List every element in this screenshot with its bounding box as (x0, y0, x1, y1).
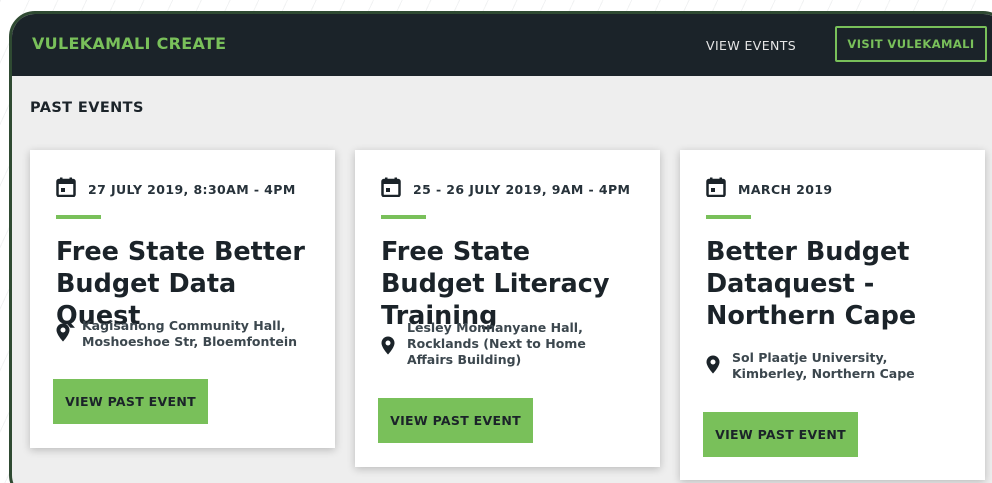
event-location: Kagisanong Community Hall, Moshoeshoe St… (82, 318, 298, 349)
event-date-row: 27 JULY 2019, 8:30AM - 4PM (56, 177, 296, 201)
visit-vulekamali-button[interactable]: VISIT VULEKAMALI (835, 26, 987, 62)
event-date: 25 - 26 JULY 2019, 9AM - 4PM (413, 181, 631, 197)
accent-rule (56, 215, 101, 219)
event-card: MARCH 2019 Better Budget Dataquest - Nor… (680, 150, 985, 480)
event-date-row: 25 - 26 JULY 2019, 9AM - 4PM (381, 177, 630, 201)
event-date: 27 JULY 2019, 8:30AM - 4PM (88, 181, 296, 197)
calendar-icon (381, 177, 401, 201)
accent-rule (706, 215, 751, 219)
view-past-event-button[interactable]: VIEW PAST EVENT (378, 398, 533, 443)
calendar-icon (56, 177, 76, 201)
event-card: 25 - 26 JULY 2019, 9AM - 4PM Free State … (355, 150, 660, 467)
event-location: Sol Plaatje University, Kimberley, North… (732, 350, 915, 381)
view-past-event-button[interactable]: VIEW PAST EVENT (703, 412, 858, 457)
view-past-event-button[interactable]: VIEW PAST EVENT (53, 379, 208, 424)
map-pin-icon (56, 323, 70, 346)
event-title: Free State Budget Literacy Training (381, 237, 610, 331)
top-navigation-bar: VULEKAMALI CREATE VIEW EVENTS VISIT VULE… (12, 14, 992, 76)
map-pin-icon (381, 336, 395, 359)
event-location-row: Lesley Monnanyane Hall, Rocklands (Next … (381, 320, 617, 368)
accent-rule (381, 215, 426, 219)
browser-frame: VULEKAMALI CREATE VIEW EVENTS VISIT VULE… (9, 11, 992, 483)
nav-view-events-link[interactable]: VIEW EVENTS (706, 38, 796, 53)
event-card: 27 JULY 2019, 8:30AM - 4PM Free State Be… (30, 150, 335, 448)
brand-logo-text[interactable]: VULEKAMALI CREATE (32, 34, 226, 53)
map-pin-icon (706, 355, 720, 378)
event-location-row: Sol Plaatje University, Kimberley, North… (706, 350, 952, 382)
event-location: Lesley Monnanyane Hall, Rocklands (Next … (407, 320, 586, 367)
event-location-row: Kagisanong Community Hall, Moshoeshoe St… (56, 318, 302, 350)
event-date-row: MARCH 2019 (706, 177, 833, 201)
event-date: MARCH 2019 (738, 181, 833, 197)
calendar-icon (706, 177, 726, 201)
section-title-past-events: PAST EVENTS (30, 100, 144, 116)
event-title: Better Budget Dataquest - Northern Cape (706, 237, 917, 331)
